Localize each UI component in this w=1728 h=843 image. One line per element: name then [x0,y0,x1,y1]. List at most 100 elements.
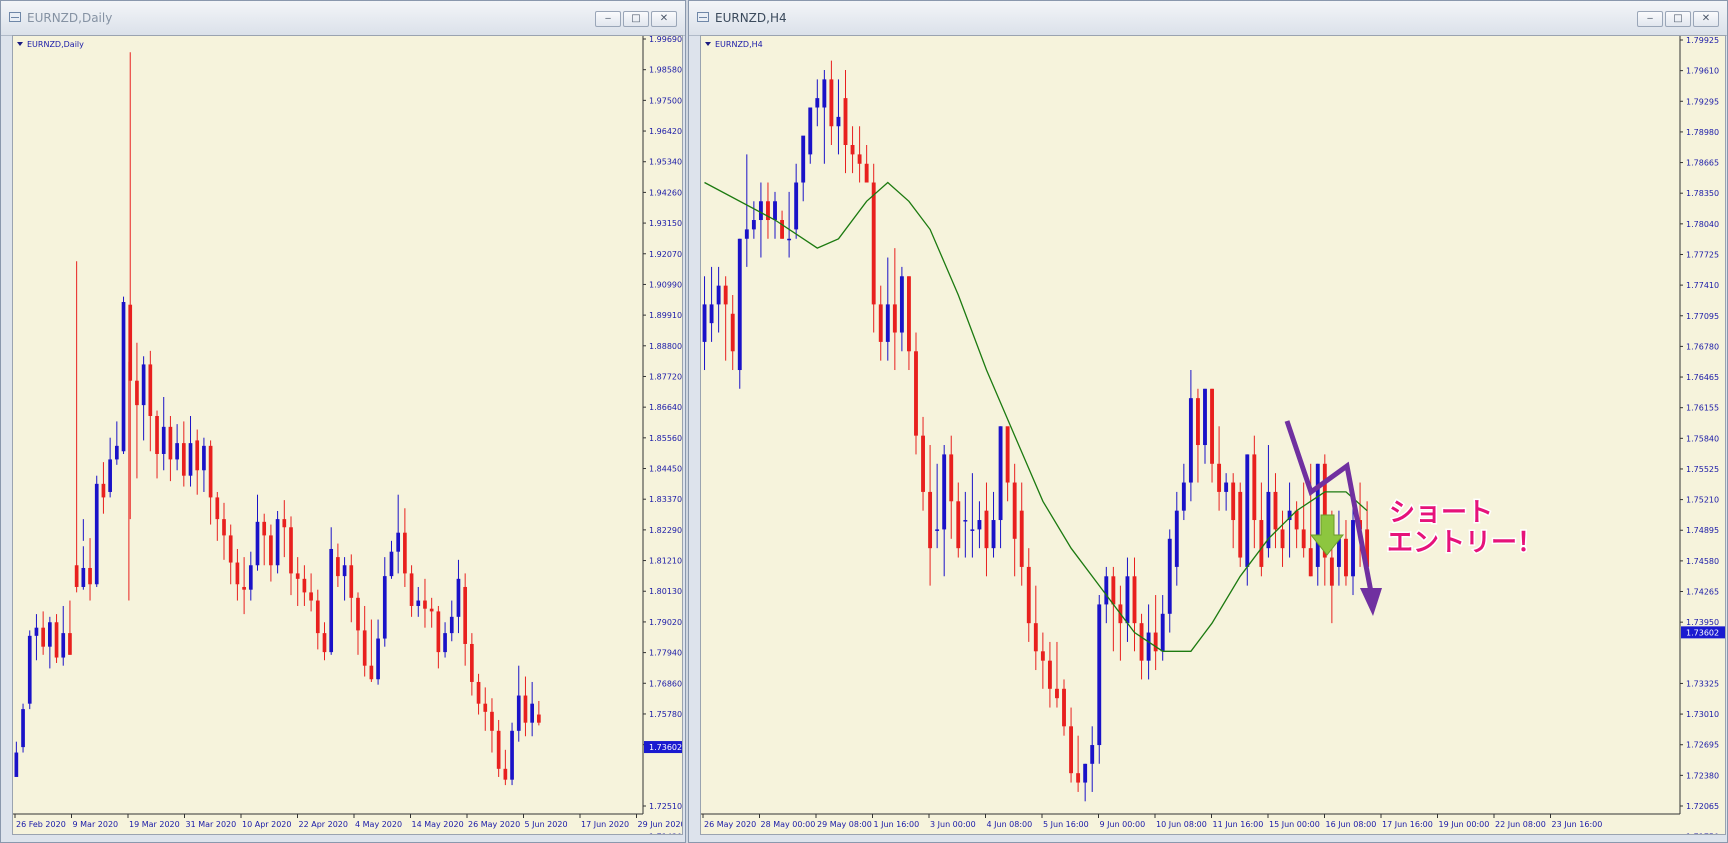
y-tick-label: 1.72510 [649,802,682,811]
y-tick-label: 1.75840 [1686,434,1719,443]
candle-body [942,454,947,530]
chart-window-icon [697,12,709,22]
x-tick-label: 9 Mar 2020 [73,820,119,829]
h4-chart-area[interactable]: EURNZD,H4 1.79925 1.79610 1.79295 1.78980 1.7… [700,35,1726,835]
chart-window-icon [9,12,21,22]
candle-body [255,521,260,566]
candle-body [302,578,307,593]
x-tick-label: 26 Feb 2020 [16,820,66,829]
candle-body [208,445,213,498]
y-tick-label: 1.93150 [649,219,682,228]
candle-body [1252,454,1257,521]
candle-body [1294,510,1299,530]
candle-body [161,426,166,454]
y-tick-label: 1.73950 [1686,618,1719,627]
candle-body [376,638,380,680]
minimize-button[interactable]: ‒ [595,11,621,27]
candle-body [155,415,159,454]
moving-average-line [704,181,1368,652]
candle-body [907,276,911,352]
close-button[interactable]: ✕ [651,11,677,27]
candle-body [1160,613,1165,652]
maximize-button[interactable]: □ [1665,11,1691,27]
x-tick-label: 29 May 08:00 [817,820,872,829]
candle-body [14,752,19,777]
h4-window-controls: ‒ □ ✕ [1637,11,1719,27]
candle-body [41,627,45,647]
candle-body [1315,463,1320,567]
candle-body [228,535,233,563]
candle-body [857,154,862,164]
candle-body [88,567,92,585]
maximize-button[interactable]: □ [623,11,649,27]
y-tick-label: 1.87720 [649,372,682,381]
y-tick-label: 1.75780 [649,710,682,719]
candle-body [1146,632,1151,661]
chevron-down-icon[interactable] [17,42,23,46]
candle-body [382,576,387,639]
candle-body [1231,482,1236,521]
candle-body [342,565,347,577]
candle-body [483,703,488,712]
y-tick-label: 1.88800 [649,342,682,351]
candle-body [369,665,374,680]
candle-body [429,608,434,612]
candle-body [490,711,494,731]
candle-body [423,600,427,609]
candle-body [315,600,320,634]
candle-body [1188,398,1193,483]
candle-body [737,238,742,371]
candle-body [1139,623,1144,661]
daily-window-titlebar[interactable]: EURNZD,Daily ‒ □ ✕ [1,1,685,36]
y-tick-label: 1.76465 [1686,373,1719,382]
candle-body [470,643,474,682]
candle-body [977,520,982,530]
candle-body [403,532,407,574]
candle-body [1047,660,1052,689]
candle-body [822,79,827,108]
current-price-label: 1.73602 [649,743,682,752]
candle-body [516,695,521,731]
candle-body [1125,576,1130,624]
y-tick-label: 1.72380 [1686,771,1719,780]
y-tick-label: 1.99690 [649,36,682,44]
candle-body [537,714,541,723]
y-tick-label: 1.82290 [649,526,682,535]
candle-body [1026,566,1031,624]
close-button[interactable]: ✕ [1693,11,1719,27]
chart-symbol-label: EURNZD,H4 [715,40,763,49]
candle-body [523,695,528,723]
x-tick-label: 5 Jun 16:00 [1043,820,1089,829]
y-tick-label: 1.96420 [649,127,682,136]
candle-body [914,351,918,436]
candle-body [1308,548,1313,577]
candle-body [1210,388,1214,464]
y-tick-label: 1.79610 [1686,67,1719,76]
x-tick-label: 29 Jun 2020 [638,820,683,829]
candle-body [1019,510,1024,567]
candle-body [416,600,421,606]
y-tick-label: 1.81210 [649,557,682,566]
h4-candlestick-chart[interactable]: EURNZD,H4 1.79925 1.79610 1.79295 1.78980 1.7… [701,36,1725,834]
candle-body [702,304,707,342]
chevron-down-icon[interactable] [705,42,711,46]
y-tick-label: 1.78665 [1686,159,1719,168]
candle-body [322,633,327,653]
candle-body [1301,529,1306,549]
y-tick-label: 1.72065 [1686,802,1719,811]
h4-window-titlebar[interactable]: EURNZD,H4 ‒ □ ✕ [689,1,1727,36]
candle-body [235,562,240,585]
candle-body [1104,576,1109,605]
candle-body [963,520,968,522]
candle-body [709,304,714,324]
y-tick-label: 1.83370 [649,495,682,504]
candle-body [141,364,146,406]
minimize-button[interactable]: ‒ [1637,11,1663,27]
candle-body [970,529,975,531]
candle-body [409,573,414,606]
x-tick-label: 16 Jun 08:00 [1326,820,1377,829]
daily-chart-area[interactable]: EURNZD,Daily 1.99690 1.98580 1.97500 1.96420… [12,35,683,835]
x-tick-label: 23 Jun 16:00 [1552,820,1603,829]
daily-candlestick-chart[interactable]: EURNZD,Daily 1.99690 1.98580 1.97500 1.96420… [13,36,682,834]
annotation-text: ショート [1389,498,1493,528]
